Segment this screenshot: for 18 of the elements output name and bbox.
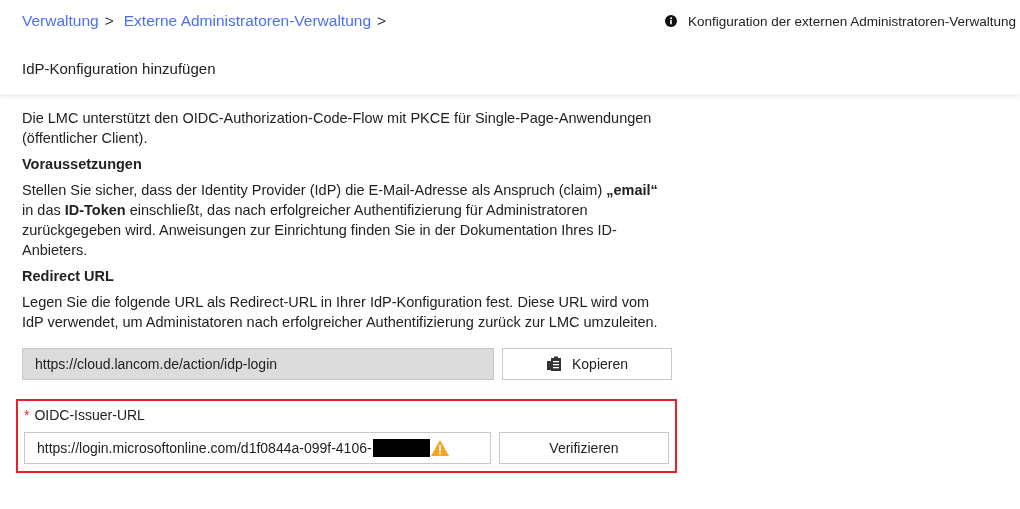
- page-title: IdP-Konfiguration hinzufügen: [21, 59, 217, 77]
- breadcrumb-separator: >: [104, 12, 114, 30]
- breadcrumb-link[interactable]: Externe Administratoren-Verwaltung: [123, 12, 372, 30]
- breadcrumb-separator: >: [377, 12, 387, 30]
- url-field[interactable]: https://login.microsoftonline.com/d1f0844a-099f-4106-: [24, 432, 491, 464]
- help-link[interactable]: Konfiguration der externen Administratoren-Verwaltung: [665, 13, 1016, 29]
- info-icon: [665, 15, 678, 27]
- field-label: OIDC-Issuer-URL: [34, 407, 145, 423]
- required-mark: *: [24, 407, 30, 423]
- sub-heading: Redirect URL: [22, 267, 115, 286]
- verify-button[interactable]: Verifizieren: [499, 432, 669, 464]
- sub-heading: Voraussetzungen: [22, 155, 143, 174]
- paragraph: Die LMC unterstützt den OIDC-Authorization-Code-Flow mit PKCE für Single-Page-Anwendungen (öffentlicher Client).: [22, 109, 653, 148]
- paragraph: Legen Sie die folgende URL als Redirect-URL in Ihrer IdP-Konfiguration fest. Diese URL wird vom IdP verwendet, um Administatoren nach erfolgreicher Authentifizierung zurück zur LMC umzuleiten.: [22, 293, 659, 332]
- url-field: https://cloud.lancom.de/action/idp-login: [22, 348, 494, 380]
- paragraph: Stellen Sie sicher, dass der Identity Provider (IdP) die E-Mail-Adresse als Anspruch (claim) „email“ in das ID-Token einschließt, das nach erfolgreicher Authentifizierung für Administratoren zurückgegeben wird. Anweisungen zur Einrichtung finden Sie in der Dokumentation Ihres ID-Anbieters.: [22, 181, 659, 260]
- clipboard-icon: [545, 356, 562, 372]
- breadcrumb-link[interactable]: Verwaltung: [22, 12, 99, 30]
